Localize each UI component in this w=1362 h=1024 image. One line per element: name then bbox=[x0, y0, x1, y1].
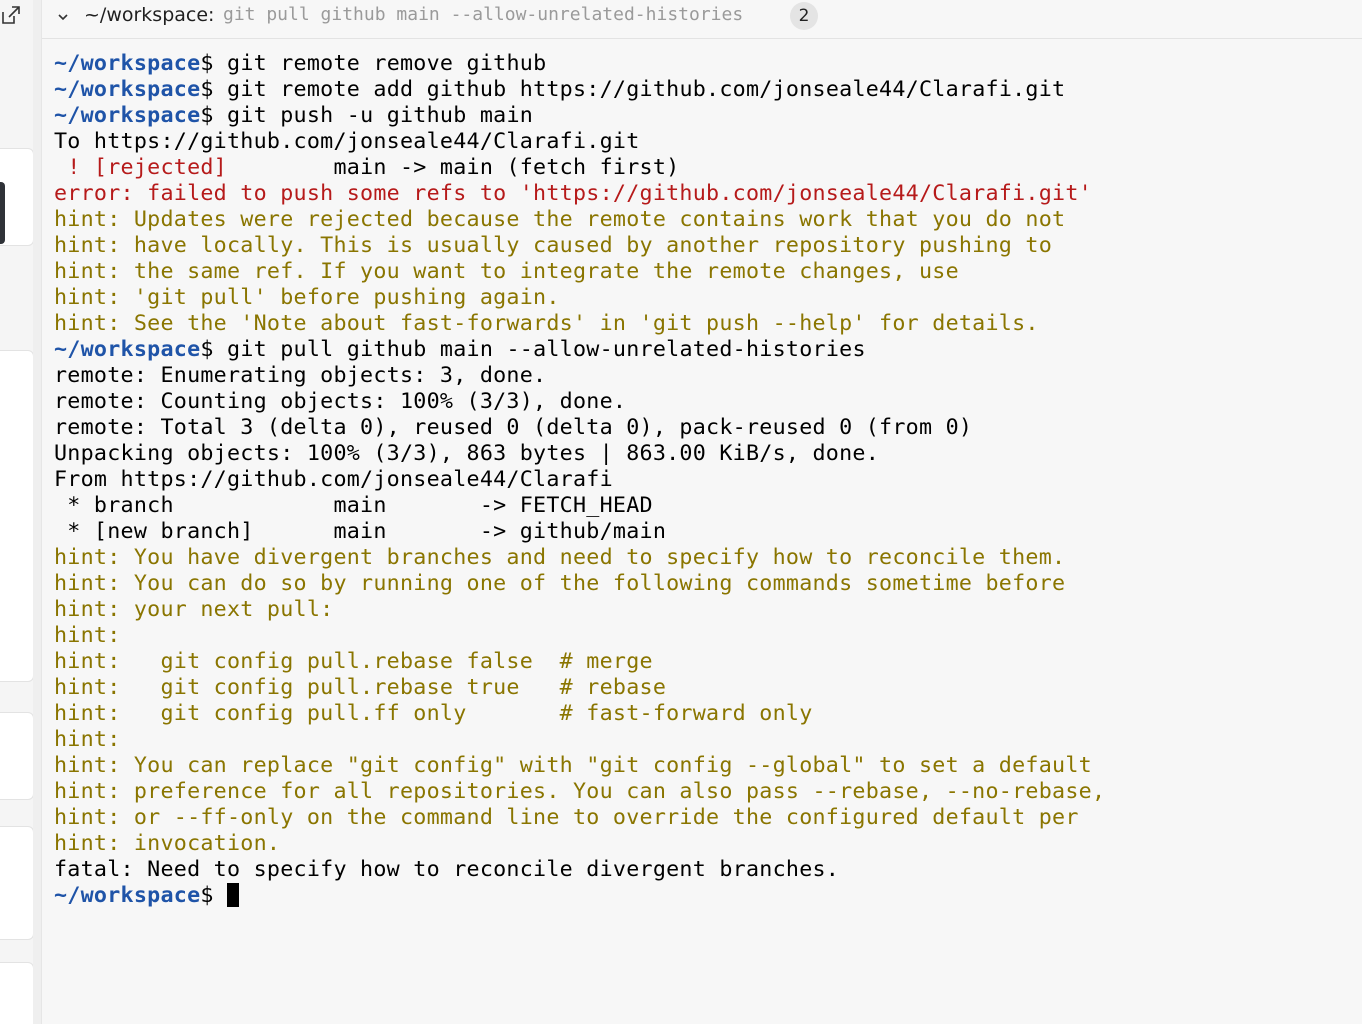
chevron-down-icon[interactable] bbox=[56, 10, 70, 24]
hint-text: hint: 'git pull' before pushing again. bbox=[54, 285, 560, 310]
hint-text: hint: git config pull.rebase false # mer… bbox=[54, 649, 653, 674]
panel-divider[interactable] bbox=[33, 0, 42, 1024]
terminal-line: error: failed to push some refs to 'http… bbox=[54, 181, 1354, 207]
terminal-line: ~/workspace$ git remote remove github bbox=[54, 51, 1354, 77]
header-path: ~/workspace: bbox=[84, 4, 215, 26]
hint-text: hint: or --ff-only on the command line t… bbox=[54, 805, 1079, 830]
terminal-line: remote: Total 3 (delta 0), reused 0 (del… bbox=[54, 415, 1354, 441]
rejected-label: ! [rejected] bbox=[54, 155, 334, 180]
output-text: remote: Enumerating objects: 3, done. bbox=[54, 363, 547, 388]
error-text: error: failed to push some refs to 'http… bbox=[54, 181, 1092, 206]
side-panel-active-tab[interactable] bbox=[0, 182, 5, 244]
terminal-line: hint: or --ff-only on the command line t… bbox=[54, 805, 1354, 831]
hint-text: hint: bbox=[54, 623, 121, 648]
prompt-symbol: $ bbox=[200, 103, 214, 128]
terminal-line: * [new branch] main -> github/main bbox=[54, 519, 1354, 545]
terminal-line: ~/workspace$ git push -u github main bbox=[54, 103, 1354, 129]
terminal-line: hint: 'git pull' before pushing again. bbox=[54, 285, 1354, 311]
hint-text: hint: git config pull.ff only # fast-for… bbox=[54, 701, 813, 726]
hint-text: hint: Updates were rejected because the … bbox=[54, 207, 1066, 232]
output-text: fatal: Need to specify how to reconcile … bbox=[54, 857, 840, 882]
output-text: Unpacking objects: 100% (3/3), 863 bytes… bbox=[54, 441, 880, 466]
side-panel-card[interactable] bbox=[0, 962, 34, 1024]
terminal-output[interactable]: ~/workspace$ git remote remove github ~/w… bbox=[54, 51, 1354, 1011]
output-text: remote: Counting objects: 100% (3/3), do… bbox=[54, 389, 627, 414]
prompt-symbol: $ bbox=[200, 883, 214, 908]
terminal-line: hint: git config pull.rebase false # mer… bbox=[54, 649, 1354, 675]
terminal-line: hint: bbox=[54, 727, 1354, 753]
terminal-line: remote: Counting objects: 100% (3/3), do… bbox=[54, 389, 1354, 415]
terminal-line: hint: You can do so by running one of th… bbox=[54, 571, 1354, 597]
terminal-header: ~/workspace: git pull github main --allo… bbox=[42, 0, 1362, 39]
hint-text: hint: git config pull.rebase true # reba… bbox=[54, 675, 667, 700]
header-command: git pull github main --allow-unrelated-h… bbox=[223, 4, 744, 25]
prompt-path: ~/workspace bbox=[54, 883, 201, 908]
terminal-line: Unpacking objects: 100% (3/3), 863 bytes… bbox=[54, 441, 1354, 467]
prompt-input bbox=[214, 883, 227, 908]
output-text: From https://github.com/jonseale44/Clara… bbox=[54, 467, 613, 492]
hint-text: hint: the same ref. If you want to integ… bbox=[54, 259, 959, 284]
open-external-icon[interactable] bbox=[0, 4, 22, 26]
side-panel-card[interactable] bbox=[0, 148, 34, 246]
command-text: git push -u github main bbox=[213, 103, 534, 128]
terminal-line: hint: preference for all repositories. Y… bbox=[54, 779, 1354, 805]
terminal-line: hint: invocation. bbox=[54, 831, 1354, 857]
hint-text: hint: See the 'Note about fast-forwards'… bbox=[54, 311, 1039, 336]
terminal-app: ~/workspace: git pull github main --allo… bbox=[0, 0, 1362, 1024]
hint-text: hint: bbox=[54, 727, 121, 752]
terminal-line: From https://github.com/jonseale44/Clara… bbox=[54, 467, 1354, 493]
terminal-line: ~/workspace$ git remote add github https… bbox=[54, 77, 1354, 103]
terminal-line: hint: bbox=[54, 623, 1354, 649]
terminal-line: hint: the same ref. If you want to integ… bbox=[54, 259, 1354, 285]
hint-text: hint: invocation. bbox=[54, 831, 281, 856]
terminal-line: hint: have locally. This is usually caus… bbox=[54, 233, 1354, 259]
output-text: main -> main (fetch first) bbox=[333, 155, 680, 180]
side-panel-card[interactable] bbox=[0, 350, 34, 682]
hint-text: hint: have locally. This is usually caus… bbox=[54, 233, 1053, 258]
session-count-badge[interactable]: 2 bbox=[790, 2, 818, 30]
output-text: remote: Total 3 (delta 0), reused 0 (del… bbox=[54, 415, 973, 440]
command-text: git remote remove github bbox=[213, 51, 547, 76]
terminal-line: fatal: Need to specify how to reconcile … bbox=[54, 857, 1354, 883]
hint-text: hint: You can replace "git config" with … bbox=[54, 753, 1092, 778]
terminal-line: To https://github.com/jonseale44/Clarafi… bbox=[54, 129, 1354, 155]
prompt-symbol: $ bbox=[200, 337, 214, 362]
prompt-symbol: $ bbox=[200, 77, 214, 102]
terminal-line: hint: Updates were rejected because the … bbox=[54, 207, 1354, 233]
terminal-line: ~/workspace$ bbox=[54, 883, 1354, 909]
terminal-line: ! [rejected] main -> main (fetch first) bbox=[54, 155, 1354, 181]
output-text: * [new branch] main -> github/main bbox=[54, 519, 667, 544]
prompt-path: ~/workspace bbox=[54, 337, 201, 362]
terminal-line: hint: You have divergent branches and ne… bbox=[54, 545, 1354, 571]
terminal-line: * branch main -> FETCH_HEAD bbox=[54, 493, 1354, 519]
prompt-path: ~/workspace bbox=[54, 77, 201, 102]
terminal-line: ~/workspace$ git pull github main --allo… bbox=[54, 337, 1354, 363]
side-panel bbox=[0, 0, 34, 1024]
hint-text: hint: your next pull: bbox=[54, 597, 334, 622]
terminal-line: hint: your next pull: bbox=[54, 597, 1354, 623]
output-text: To https://github.com/jonseale44/Clarafi… bbox=[54, 129, 640, 154]
terminal-line: remote: Enumerating objects: 3, done. bbox=[54, 363, 1354, 389]
command-text: git remote add github https://github.com… bbox=[213, 77, 1066, 102]
terminal-line: hint: See the 'Note about fast-forwards'… bbox=[54, 311, 1354, 337]
hint-text: hint: You can do so by running one of th… bbox=[54, 571, 1066, 596]
terminal-line: hint: You can replace "git config" with … bbox=[54, 753, 1354, 779]
command-text: git pull github main --allow-unrelated-h… bbox=[213, 337, 866, 362]
hint-text: hint: preference for all repositories. Y… bbox=[54, 779, 1106, 804]
prompt-path: ~/workspace bbox=[54, 51, 201, 76]
terminal-line: hint: git config pull.ff only # fast-for… bbox=[54, 701, 1354, 727]
terminal-cursor bbox=[227, 883, 240, 907]
prompt-symbol: $ bbox=[200, 51, 214, 76]
hint-text: hint: You have divergent branches and ne… bbox=[54, 545, 1066, 570]
terminal-line: hint: git config pull.rebase true # reba… bbox=[54, 675, 1354, 701]
prompt-path: ~/workspace bbox=[54, 103, 201, 128]
side-panel-card[interactable] bbox=[0, 712, 34, 800]
side-panel-card[interactable] bbox=[0, 826, 34, 940]
output-text: * branch main -> FETCH_HEAD bbox=[54, 493, 653, 518]
